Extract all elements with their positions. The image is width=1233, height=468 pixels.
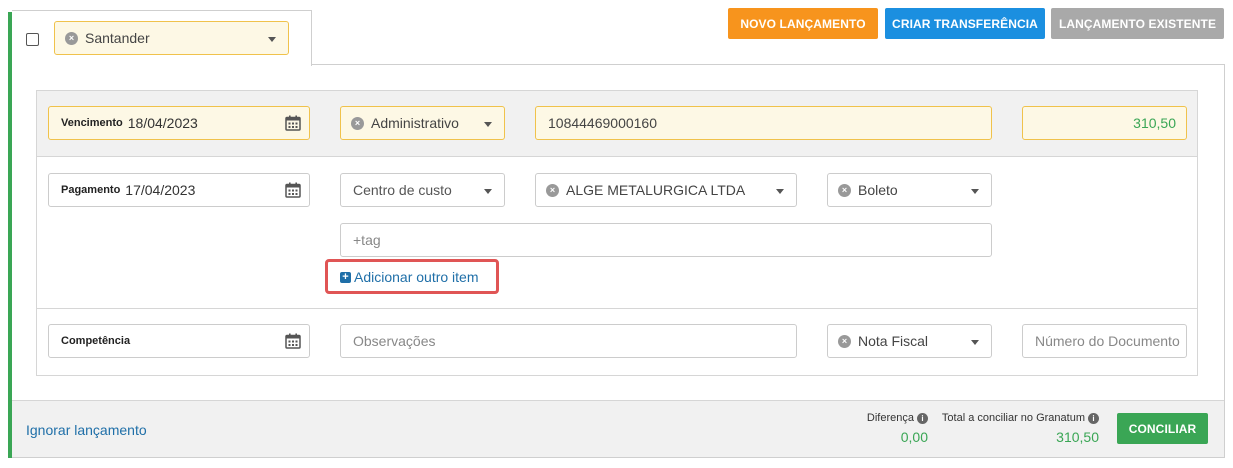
diferenca-value: 0,00 (900, 429, 928, 445)
vencimento-value: 18/04/2023 (127, 115, 198, 131)
observacoes-placeholder: Observações (353, 333, 436, 349)
reconciliation-card: × Santander NOVO LANÇAMENTO CRIAR TRANSF… (8, 0, 1225, 458)
conciliar-button[interactable]: CONCILIAR (1117, 413, 1208, 444)
calendar-icon[interactable] (285, 115, 301, 131)
tipo-documento-select[interactable]: × Nota Fiscal (827, 324, 992, 358)
calendar-icon[interactable] (285, 333, 301, 349)
chevron-down-icon (484, 189, 492, 194)
plus-square-icon: + (340, 271, 351, 283)
clear-icon[interactable]: × (838, 183, 851, 197)
centro-custo-placeholder: Centro de custo (353, 182, 452, 198)
diferenca-label: Diferença (866, 412, 914, 424)
select-checkbox[interactable] (26, 33, 39, 46)
pagamento-value: 17/04/2023 (125, 182, 196, 198)
diferenca-block: Diferença i 0,00 (852, 412, 928, 445)
valor-value: 310,50 (1133, 115, 1176, 131)
document-id-value: 10844469000160 (548, 115, 658, 131)
chevron-down-icon (971, 189, 979, 194)
clear-icon[interactable]: × (546, 183, 559, 197)
chevron-down-icon (484, 122, 492, 127)
add-item-label: Adicionar outro item (354, 269, 479, 285)
categoria-value: Administrativo (371, 115, 459, 131)
footer-bar: Ignorar lançamento Diferença i 0,00 Total… (12, 400, 1224, 457)
account-select[interactable]: × Santander (54, 21, 289, 55)
tag-placeholder: +tag (353, 232, 381, 248)
clear-icon[interactable]: × (65, 31, 78, 45)
status-bar (8, 12, 12, 458)
chevron-down-icon (268, 37, 276, 42)
total-label: Total a conciliar no Granatum (941, 412, 1085, 424)
entry-panel: Vencimento 18/04/2023 × Administrativo 1… (36, 90, 1198, 376)
calendar-icon[interactable] (285, 182, 301, 198)
info-icon[interactable]: i (917, 413, 928, 424)
observacoes-input[interactable]: Observações (340, 324, 797, 358)
competencia-label: Competência (61, 335, 131, 347)
clear-icon[interactable]: × (351, 116, 364, 130)
tipo-documento-value: Nota Fiscal (858, 333, 929, 349)
document-id-field[interactable]: 10844469000160 (535, 106, 992, 140)
lancamento-existente-button[interactable]: LANÇAMENTO EXISTENTE (1051, 8, 1224, 39)
fornecedor-select[interactable]: × ALGE METALURGICA LTDA (535, 173, 797, 207)
categoria-select[interactable]: × Administrativo (340, 106, 505, 140)
valor-field[interactable]: 310,50 (1022, 106, 1187, 140)
vencimento-field[interactable]: Vencimento 18/04/2023 (48, 106, 310, 140)
competencia-field[interactable]: Competência (48, 324, 310, 358)
clear-icon[interactable]: × (838, 334, 851, 348)
total-block: Total a conciliar no Granatum i 310,50 (932, 412, 1099, 445)
account-select-value: Santander (85, 30, 150, 46)
novo-lancamento-button[interactable]: NOVO LANÇAMENTO (728, 8, 878, 39)
ignorar-link[interactable]: Ignorar lançamento (26, 422, 147, 438)
total-value: 310,50 (1056, 429, 1099, 445)
forma-pagamento-select[interactable]: × Boleto (827, 173, 992, 207)
centro-custo-select[interactable]: Centro de custo (340, 173, 505, 207)
add-item-link[interactable]: + Adicionar outro item (340, 267, 479, 287)
tag-input[interactable]: +tag (340, 223, 992, 257)
vencimento-label: Vencimento (61, 117, 123, 129)
chevron-down-icon (776, 189, 784, 194)
fornecedor-value: ALGE METALURGICA LTDA (566, 182, 746, 198)
chevron-down-icon (971, 340, 979, 345)
numero-documento-input[interactable]: Número do Documento (1022, 324, 1187, 358)
forma-pagamento-value: Boleto (858, 182, 898, 198)
pagamento-field[interactable]: Pagamento 17/04/2023 (48, 173, 310, 207)
info-icon[interactable]: i (1088, 413, 1099, 424)
pagamento-label: Pagamento (61, 184, 121, 196)
numero-documento-placeholder: Número do Documento (1035, 333, 1180, 349)
criar-transferencia-button[interactable]: CRIAR TRANSFERÊNCIA (885, 8, 1045, 39)
